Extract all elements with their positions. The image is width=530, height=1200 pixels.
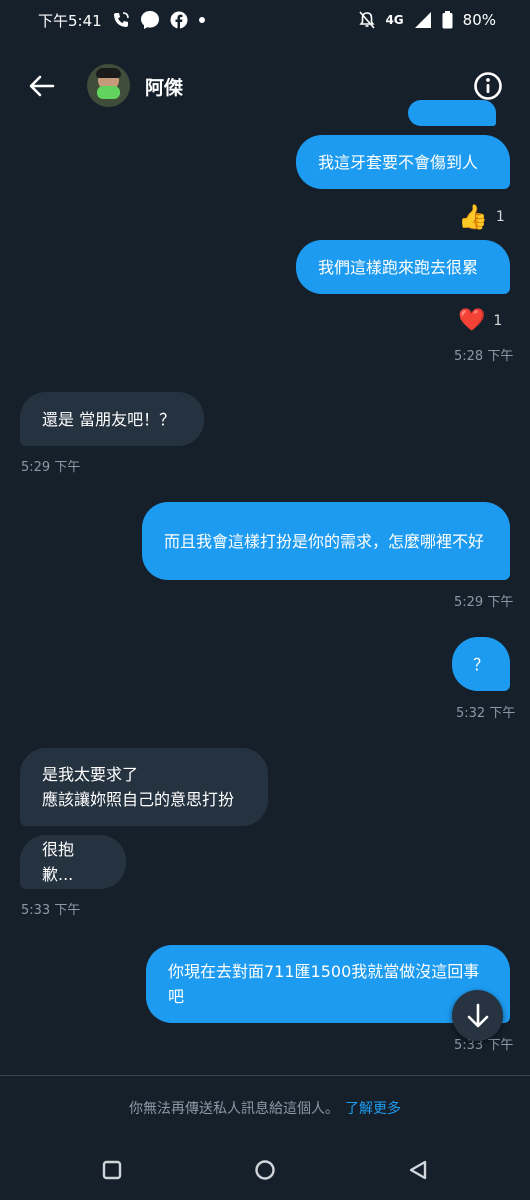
nav-back-icon[interactable] [405, 1157, 431, 1183]
reaction-heart[interactable]: ❤️ 1 [458, 308, 502, 333]
battery-level: 80% [462, 11, 496, 29]
status-time: 下午5:41 [38, 11, 102, 30]
scroll-to-bottom-button[interactable] [452, 990, 503, 1041]
message-timestamp: 5:33 下午 [21, 903, 81, 918]
message-bubble-partial [408, 100, 496, 126]
heart-icon: ❤️ [458, 308, 486, 333]
message-text: 你現在去對面711匯1500我就當做沒這回事吧 [168, 962, 480, 1006]
wifi-call-icon [112, 11, 130, 29]
mute-icon [359, 11, 376, 29]
reaction-count: 1 [493, 312, 503, 329]
reaction-thumbs-up[interactable]: 👍 1 [458, 203, 505, 231]
contact-name[interactable]: 阿傑 [145, 73, 183, 100]
scroll-down-icon [467, 1003, 488, 1027]
back-arrow-icon[interactable] [26, 70, 58, 102]
outgoing-message[interactable]: 而且我會這樣打扮是你的需求，怎麼哪裡不好 [142, 502, 510, 580]
outgoing-message[interactable]: 我們這樣跑來跑去很累 [296, 240, 510, 294]
messenger-icon [140, 10, 160, 30]
message-text: 還是 當朋友吧！？ [42, 409, 176, 429]
message-text: 很抱歉... [42, 840, 75, 884]
signal-icon [414, 11, 432, 29]
message-text-line-1: 是我太要求了 [42, 765, 139, 784]
dm-disabled-notice: 你無法再傳送私人訊息給這個人。 了解更多 [0, 1098, 530, 1118]
avatar[interactable] [87, 64, 130, 107]
outgoing-message[interactable]: ？ [452, 637, 510, 691]
message-text-line-2: 應該讓妳照自己的意思打扮 [42, 790, 235, 809]
notification-dot-icon [198, 16, 206, 24]
nav-home-icon[interactable] [252, 1157, 278, 1183]
outgoing-message[interactable]: 我這牙套要不會傷到人 [296, 135, 510, 189]
thumbs-up-icon: 👍 [458, 203, 488, 231]
message-text: ？ [472, 654, 489, 674]
reaction-count: 1 [495, 209, 505, 225]
battery-icon [442, 11, 453, 29]
network-type: 4G [385, 13, 404, 27]
message-text: 我們這樣跑來跑去很累 [318, 257, 479, 277]
footer-divider [0, 1075, 530, 1076]
incoming-message[interactable]: 很抱歉... [20, 835, 126, 889]
message-timestamp: 5:29 下午 [454, 595, 514, 610]
incoming-message[interactable]: 是我太要求了 應該讓妳照自己的意思打扮 [20, 748, 268, 826]
message-text: 而且我會這樣打扮是你的需求，怎麼哪裡不好 [164, 531, 485, 551]
info-icon[interactable] [472, 70, 504, 102]
message-timestamp: 5:32 下午 [456, 706, 516, 721]
notice-text: 你無法再傳送私人訊息給這個人。 [129, 1101, 339, 1117]
status-bar: 下午5:41 4G 80% [0, 0, 530, 40]
message-timestamp: 5:28 下午 [454, 349, 514, 364]
learn-more-link[interactable]: 了解更多 [345, 1101, 401, 1117]
message-timestamp: 5:29 下午 [21, 460, 81, 475]
message-text: 我這牙套要不會傷到人 [318, 152, 479, 172]
incoming-message[interactable]: 還是 當朋友吧！？ [20, 392, 204, 446]
nav-recents-icon[interactable] [99, 1157, 125, 1183]
facebook-icon [170, 11, 188, 29]
system-nav-bar [0, 1145, 530, 1195]
